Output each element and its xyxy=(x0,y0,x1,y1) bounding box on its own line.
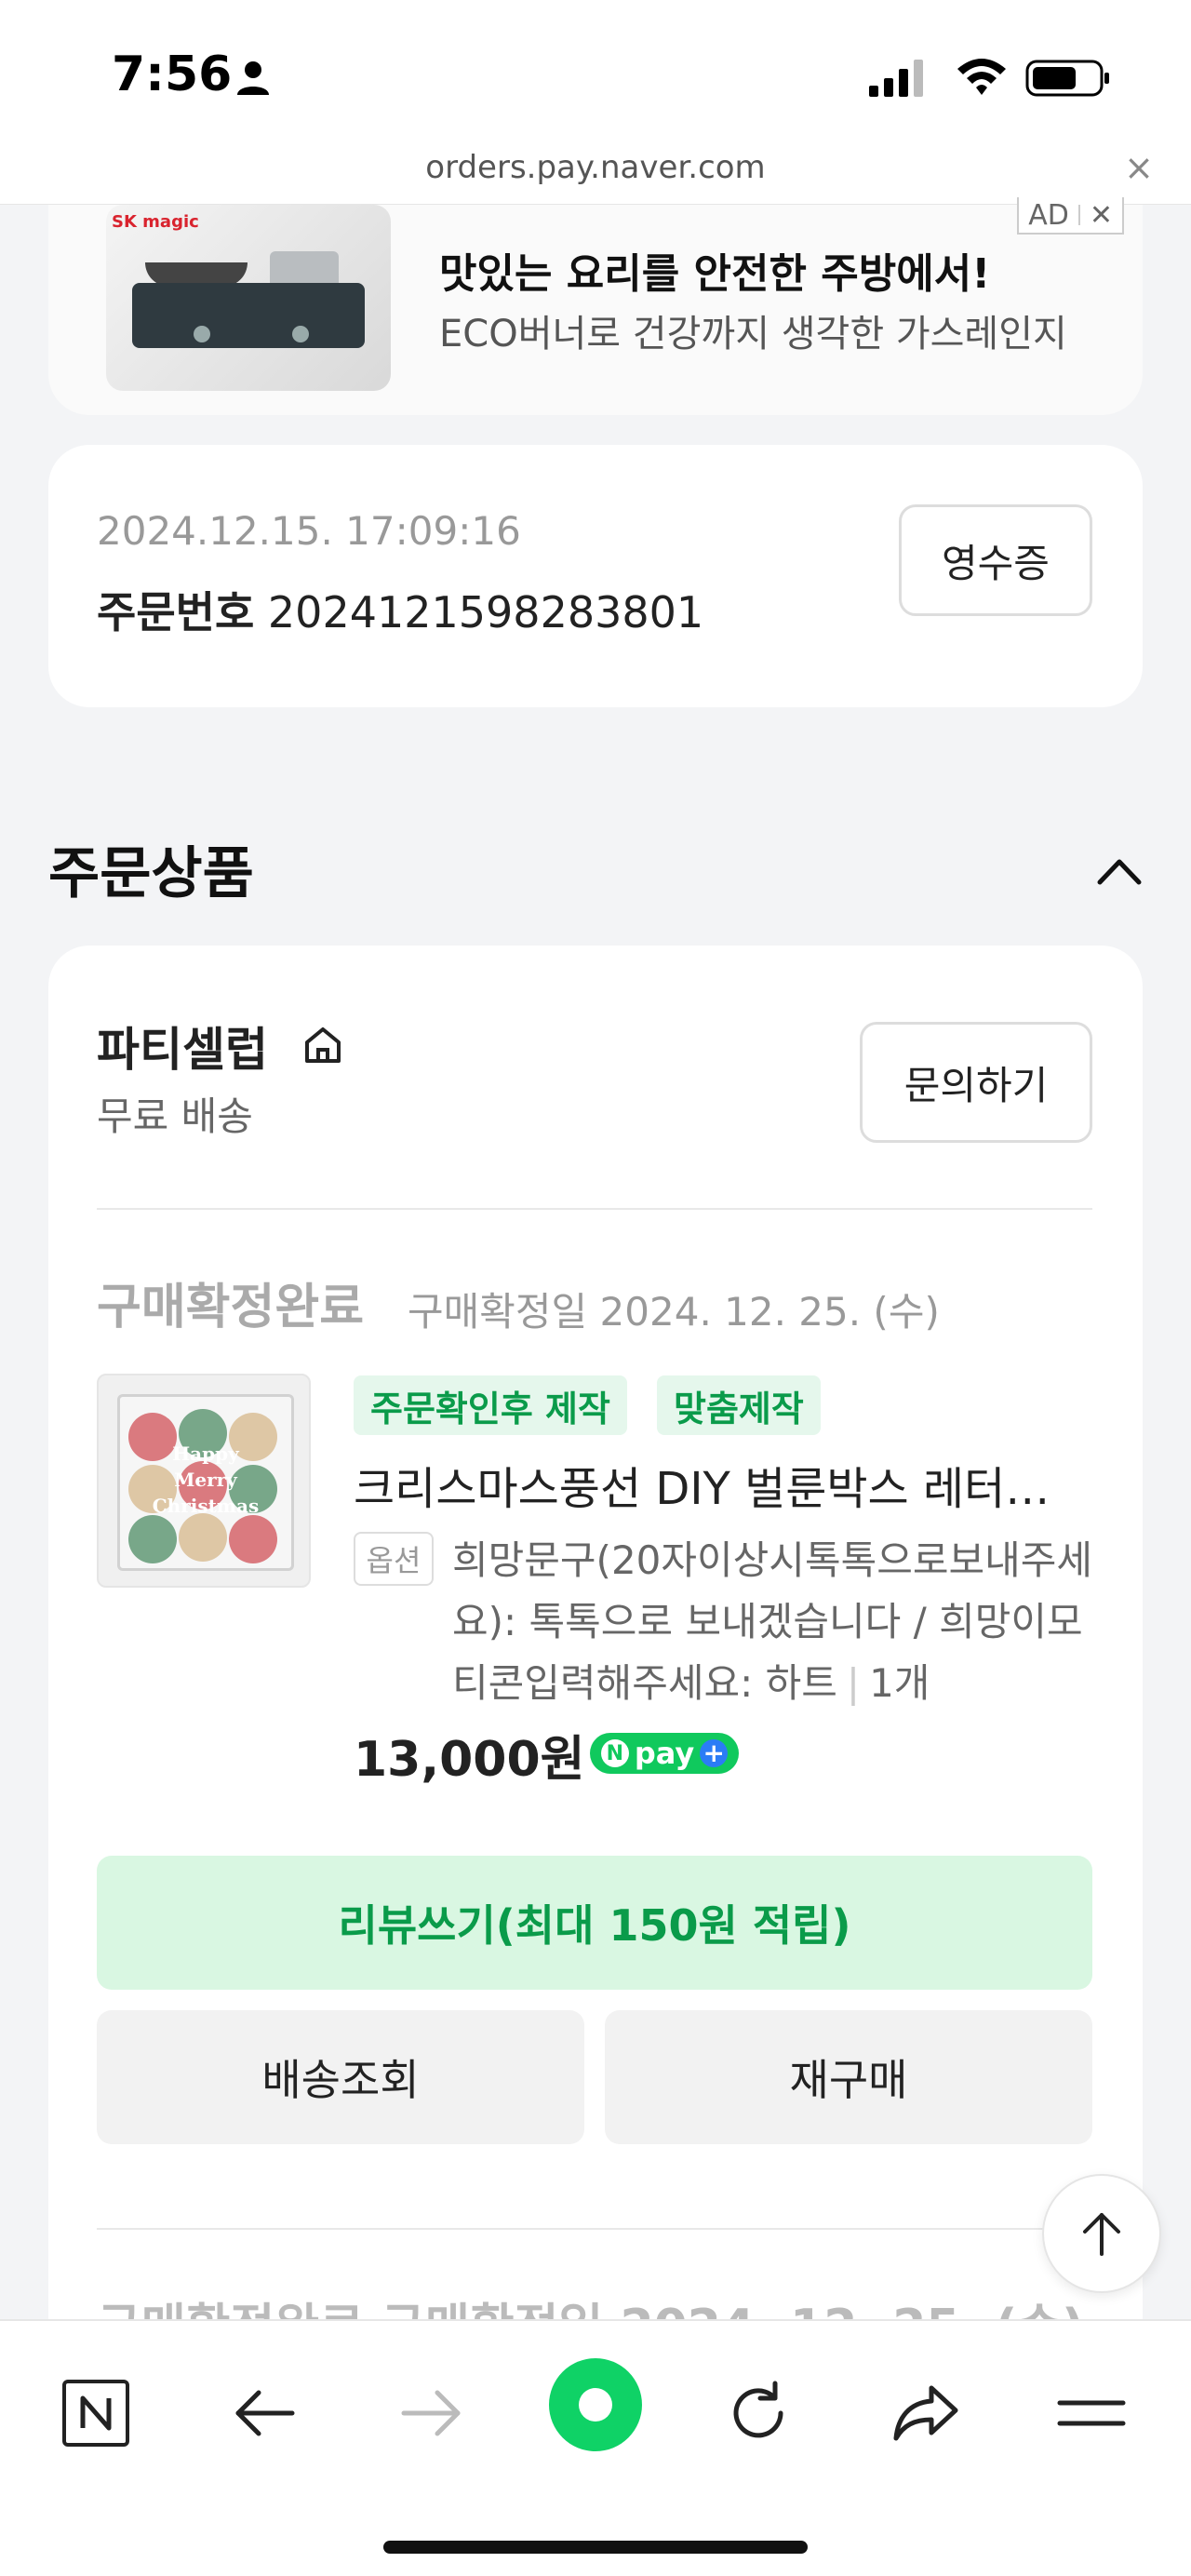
divider xyxy=(97,1208,1092,1210)
npay-plus-badge: N pay + xyxy=(590,1733,739,1774)
order-number-value: 2024121598283801 xyxy=(267,587,704,637)
ad-badge-divider xyxy=(1077,205,1080,225)
arrow-right-icon xyxy=(401,2390,461,2436)
menu-button[interactable] xyxy=(1050,2371,1133,2455)
battery-icon xyxy=(1025,60,1109,97)
ad-close-icon[interactable]: ✕ xyxy=(1090,199,1113,232)
home-indicator xyxy=(383,2541,808,2554)
option-badge: 옵션 xyxy=(354,1532,434,1586)
naver-n-button[interactable] xyxy=(54,2371,138,2455)
url-bar: orders.pay.naver.com × xyxy=(0,140,1191,205)
back-button[interactable] xyxy=(223,2371,307,2455)
receipt-button[interactable]: 영수증 xyxy=(899,504,1092,616)
ad-label: AD xyxy=(1028,198,1069,232)
order-datetime: 2024.12.15. 17:09:16 xyxy=(97,508,521,554)
product-name[interactable]: 크리스마스풍선 DIY 벌룬박스 레터링 풍선 xyxy=(354,1452,1089,1517)
track-delivery-button[interactable]: 배송조회 xyxy=(97,2010,584,2144)
close-icon[interactable]: × xyxy=(1124,147,1154,188)
reload-button[interactable] xyxy=(716,2371,800,2455)
tag-custom-made: 맞춤제작 xyxy=(657,1375,821,1435)
inquiry-button[interactable]: 문의하기 xyxy=(860,1022,1092,1143)
status-bar: 7:56 xyxy=(0,0,1191,140)
quantity: 1개 xyxy=(869,1660,930,1706)
naver-home-button[interactable] xyxy=(549,2358,642,2451)
rebuy-button[interactable]: 재구매 xyxy=(605,2010,1092,2144)
ad-headline: 맛있는 요리를 안전한 주방에서! xyxy=(439,250,991,298)
order-info-card: 2024.12.15. 17:09:16 주문번호 20241215982838… xyxy=(48,445,1143,707)
ad-brand-logo: SK magic xyxy=(112,212,199,232)
section-title: 주문상품 xyxy=(48,841,254,906)
purchase-status: 구매확정완료 xyxy=(97,1280,365,1335)
order-number-label: 주문번호 xyxy=(97,587,255,637)
url-text[interactable]: orders.pay.naver.com xyxy=(0,149,1191,186)
arrow-up-icon xyxy=(1083,2213,1120,2256)
browser-toolbar xyxy=(0,2319,1191,2576)
status-time: 7:56 xyxy=(112,47,233,102)
write-review-button[interactable]: 리뷰쓰기(최대 150원 적립) xyxy=(97,1856,1092,1990)
ad-subline: ECO버너로 건강까지 생각한 가스레인지 xyxy=(439,313,1067,356)
arrow-left-icon xyxy=(235,2390,295,2436)
product-card: 파티셀럽 무료 배송 문의하기 구매확정완료 구매확정일 2024. 12. 2… xyxy=(48,946,1143,2355)
order-number: 주문번호 2024121598283801 xyxy=(97,579,703,640)
naver-n-icon xyxy=(62,2380,129,2447)
scroll-to-top-button[interactable] xyxy=(1042,2174,1161,2293)
hamburger-menu-icon xyxy=(1057,2400,1126,2426)
product-image[interactable]: Happy Merry Christmas xyxy=(97,1374,311,1588)
reload-icon xyxy=(733,2381,783,2438)
tag-made-after-order: 주문확인후 제작 xyxy=(354,1375,627,1435)
shipping-info: 무료 배송 xyxy=(97,1093,253,1139)
ad-badge[interactable]: AD ✕ xyxy=(1017,197,1124,235)
forward-button[interactable] xyxy=(389,2371,473,2455)
purchase-confirm-date: 구매확정일 2024. 12. 25. (수) xyxy=(408,1289,940,1335)
naver-n-icon: N xyxy=(600,1739,629,1767)
ad-image: SK magic xyxy=(106,205,391,391)
option-detail: 희망문구(20자이상시톡톡으로보내주세요): 톡톡으로 보내겠습니다 / 희망이… xyxy=(452,1537,1093,1706)
store-home-icon[interactable] xyxy=(300,1022,346,1068)
share-button[interactable] xyxy=(884,2371,968,2455)
divider xyxy=(97,2228,1092,2230)
npay-label: pay xyxy=(634,1736,695,1771)
option-text: 희망문구(20자이상시톡톡으로보내주세요): 톡톡으로 보내겠습니다 / 희망이… xyxy=(452,1537,1093,1706)
home-dot-icon xyxy=(579,2388,612,2422)
seller-name[interactable]: 파티셀럽 xyxy=(97,1013,268,1080)
wifi-icon xyxy=(957,59,1006,95)
plus-icon: + xyxy=(700,1739,729,1767)
product-image-lettering: Happy Merry Christmas xyxy=(152,1442,260,1517)
person-icon xyxy=(237,61,269,95)
ad-banner[interactable]: SK magic 맛있는 요리를 안전한 주방에서! ECO버너로 건강까지 생… xyxy=(48,197,1143,415)
chevron-up-icon[interactable] xyxy=(1094,847,1144,897)
product-price: 13,000원 xyxy=(354,1732,585,1788)
cellular-signal-icon xyxy=(869,60,923,97)
share-icon xyxy=(893,2385,958,2441)
